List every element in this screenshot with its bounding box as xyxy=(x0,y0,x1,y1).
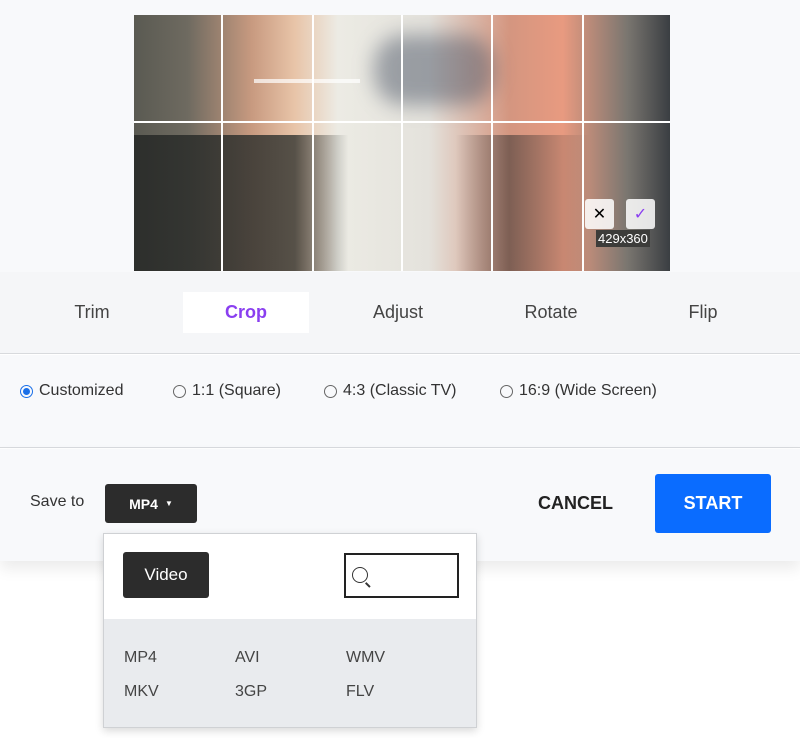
grid-line xyxy=(312,15,314,271)
crop-size-label: 429x360 xyxy=(596,230,650,247)
format-option[interactable]: MP4 xyxy=(124,649,157,667)
grid-line xyxy=(221,15,223,271)
save-to-label: Save to xyxy=(30,493,85,510)
ratio-square[interactable]: 1:1 (Square) xyxy=(173,382,281,400)
category-video-button[interactable]: Video xyxy=(123,552,209,598)
grid-line xyxy=(582,15,584,271)
close-icon[interactable]: ✕ xyxy=(585,199,614,229)
ratio-customized[interactable]: Customized xyxy=(20,382,123,400)
edit-tabs: Trim Crop Adjust Rotate Flip xyxy=(0,272,800,354)
tab-flip[interactable]: Flip xyxy=(640,292,766,333)
grid-line xyxy=(491,15,493,271)
radio-icon[interactable] xyxy=(20,384,33,398)
ratio-label: 1:1 (Square) xyxy=(192,382,281,399)
crop-frame[interactable]: ✕ ✓ 429x360 xyxy=(134,15,670,271)
caret-down-icon: ▼ xyxy=(164,499,173,508)
radio-icon[interactable] xyxy=(173,384,186,398)
aspect-ratio-options: Customized 1:1 (Square) 4:3 (Classic TV)… xyxy=(0,355,800,448)
ratio-label: Customized xyxy=(39,382,124,399)
format-value: MP4 xyxy=(129,495,158,512)
format-option[interactable]: FLV xyxy=(346,683,374,701)
format-search-input[interactable] xyxy=(344,553,459,598)
radio-icon[interactable] xyxy=(500,384,513,398)
search-icon xyxy=(352,567,368,583)
radio-icon[interactable] xyxy=(324,384,337,398)
format-dropdown: Video MP4 AVI WMV MKV 3GP FLV xyxy=(103,533,477,728)
tab-rotate[interactable]: Rotate xyxy=(488,292,614,333)
preview-area: ✕ ✓ 429x360 xyxy=(0,0,800,272)
ratio-wide-screen[interactable]: 16:9 (Wide Screen) xyxy=(500,382,657,400)
grid-line xyxy=(134,121,670,123)
format-dropdown-button[interactable]: MP4 ▼ xyxy=(105,484,197,523)
tab-trim[interactable]: Trim xyxy=(29,292,155,333)
start-button[interactable]: START xyxy=(655,474,771,533)
format-option[interactable]: AVI xyxy=(235,649,260,667)
format-option[interactable]: WMV xyxy=(346,649,385,667)
tab-adjust[interactable]: Adjust xyxy=(335,292,461,333)
grid-line xyxy=(401,15,403,271)
tab-crop[interactable]: Crop xyxy=(183,292,309,333)
format-option[interactable]: MKV xyxy=(124,683,159,701)
check-icon[interactable]: ✓ xyxy=(626,199,655,229)
ratio-label: 16:9 (Wide Screen) xyxy=(519,382,657,399)
format-option[interactable]: 3GP xyxy=(235,683,267,701)
ratio-classic-tv[interactable]: 4:3 (Classic TV) xyxy=(324,382,457,400)
cancel-button[interactable]: CANCEL xyxy=(538,493,613,514)
video-frame-detail xyxy=(254,79,360,83)
ratio-label: 4:3 (Classic TV) xyxy=(343,382,457,399)
